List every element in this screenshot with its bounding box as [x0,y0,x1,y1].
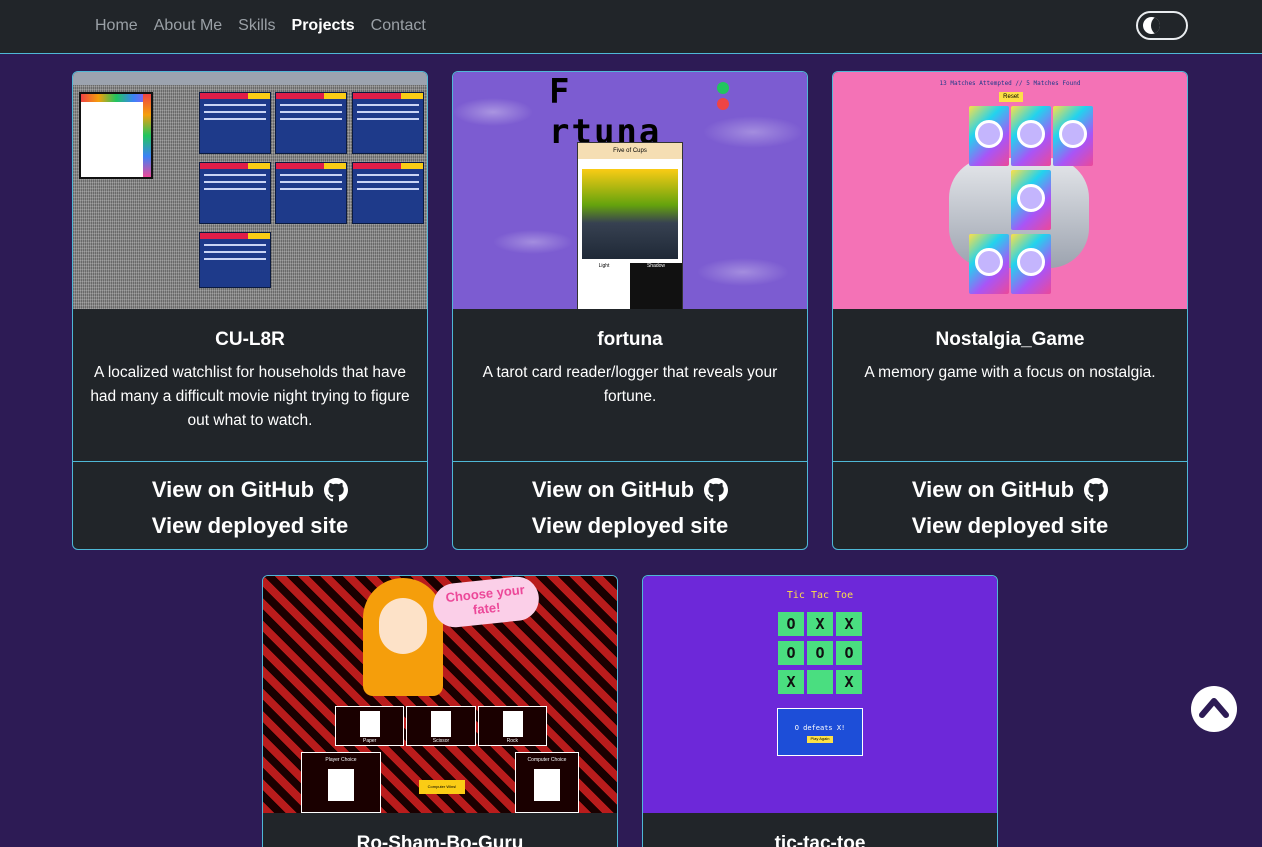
navbar: Home About Me Skills Projects Contact [0,0,1262,54]
memory-tile [1011,170,1051,230]
project-description: A localized watchlist for households tha… [90,364,410,429]
github-icon [1084,478,1109,502]
project-title: tic-tac-toe [774,833,866,847]
project-card-fortuna: F rtuna Five of Cups Light Shadow fortun… [452,71,808,550]
github-link[interactable]: View on GitHub [833,477,1187,503]
smiley-icon [1017,120,1045,148]
board-cell: X [836,612,862,636]
deployed-site-link[interactable]: View deployed site [833,513,1187,539]
project-screenshot[interactable] [73,72,427,309]
memory-tile [1053,106,1093,166]
project-card-ro-sham-bo-guru: Choose your fate! Paper Scissor Rock Pla… [262,575,618,847]
project-screenshot[interactable]: Tic Tac Toe OXXOOOXX O defeats X! Play A… [643,576,997,813]
project-description: A tarot card reader/logger that reveals … [482,364,778,405]
memory-tile [1011,234,1051,294]
shadow-column: Shadow [630,263,682,309]
board-cell: O [807,641,833,665]
light-column: Light [578,263,630,309]
board-cell: X [807,612,833,636]
smiley-icon [1059,120,1087,148]
play-again-button: Play Again [807,736,833,743]
choice-label: Rock [506,738,519,744]
project-title: CU-L8R [215,329,285,350]
choice-label: Scissor [432,738,450,744]
computer-wins-banner: Computer Wins! [419,780,465,794]
board-cell: X [836,670,862,694]
card-footer: View on GitHub View deployed site [453,461,807,549]
player-choice-label: Player Choice [325,757,357,763]
project-title: Nostalgia_Game [935,329,1085,350]
smiley-icon [975,248,1003,276]
memory-grid [969,106,1095,296]
board-cell: X [778,670,804,694]
fortuna-logo: F rtuna [549,72,662,152]
tic-tac-toe-board: OXXOOOXX [778,612,862,696]
memory-tile [1011,106,1051,166]
project-title: fortuna [597,329,663,350]
github-link[interactable]: View on GitHub [453,477,807,503]
tarot-card-name: Five of Cups [578,143,682,159]
nav-link-projects[interactable]: Projects [292,16,355,36]
nav-links: Home About Me Skills Projects Contact [95,16,442,36]
match-counter: 13 Matches Attempted // 5 Matches Found [939,80,1081,87]
scroll-to-top-button[interactable] [1191,686,1237,732]
memory-tile [969,234,1009,294]
nav-link-contact[interactable]: Contact [371,16,426,36]
project-card-tic-tac-toe: Tic Tac Toe OXXOOOXX O defeats X! Play A… [642,575,998,847]
smiley-icon [1017,248,1045,276]
github-link[interactable]: View on GitHub [73,477,427,503]
project-screenshot[interactable]: 13 Matches Attempted // 5 Matches Found … [833,72,1187,309]
speech-bubble: Choose your fate! [430,576,542,630]
smiley-icon [1017,184,1045,212]
project-screenshot[interactable]: Choose your fate! Paper Scissor Rock Pla… [263,576,617,813]
chevron-up-icon [1199,698,1229,718]
project-card-cu-l8r: CU-L8R A localized watchlist for househo… [72,71,428,550]
deployed-site-link[interactable]: View deployed site [453,513,807,539]
card-footer: View on GitHub View deployed site [833,461,1187,549]
computer-choice-label: Computer Choice [527,757,567,763]
project-card-nostalgia-game: 13 Matches Attempted // 5 Matches Found … [832,71,1188,550]
reset-button: Reset [999,92,1023,102]
github-link-label: View on GitHub [911,477,1075,502]
github-link-label: View on GitHub [151,477,315,502]
deployed-site-link[interactable]: View deployed site [73,513,427,539]
project-description: A memory game with a focus on nostalgia. [864,364,1156,381]
tic-tac-toe-heading: Tic Tac Toe [786,590,854,601]
dark-mode-toggle[interactable] [1136,11,1188,40]
choice-label: Paper [362,738,377,744]
board-cell: O [778,641,804,665]
github-link-label: View on GitHub [531,477,695,502]
nav-link-about[interactable]: About Me [154,16,222,36]
github-icon [704,478,729,502]
smiley-icon [975,120,1003,148]
project-title: Ro-Sham-Bo-Guru [356,833,524,847]
memory-tile [969,106,1009,166]
moon-icon [1143,17,1160,34]
game-result: O defeats X! [794,724,846,732]
card-footer: View on GitHub View deployed site [73,461,427,549]
nav-link-home[interactable]: Home [95,16,138,36]
board-cell: O [836,641,862,665]
project-screenshot[interactable]: F rtuna Five of Cups Light Shadow [453,72,807,309]
nav-link-skills[interactable]: Skills [238,16,275,36]
github-icon [324,478,349,502]
board-cell: O [778,612,804,636]
board-cell [807,670,833,694]
